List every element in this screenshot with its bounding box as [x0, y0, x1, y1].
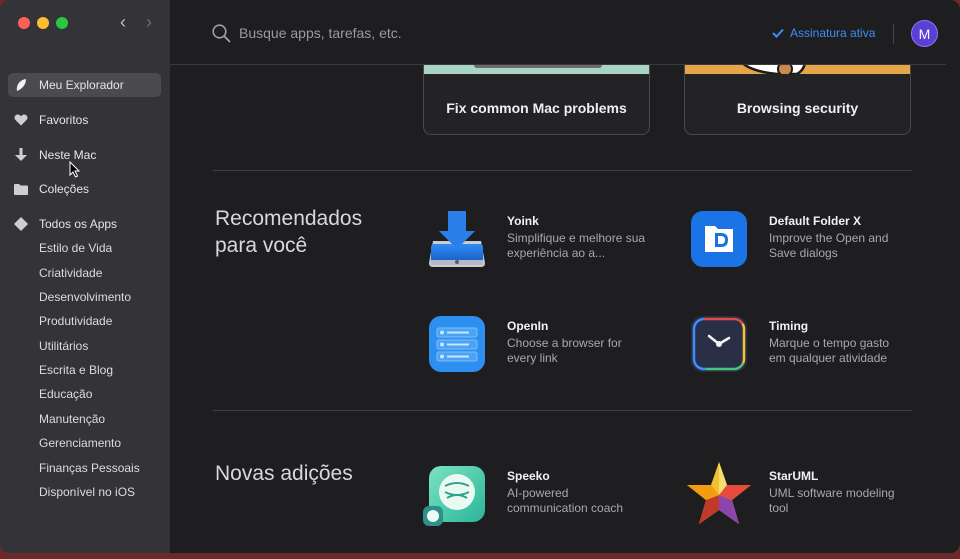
diamond-icon — [14, 217, 28, 231]
app-description: Improve the Open and Save dialogs — [769, 231, 889, 260]
mouse-cursor-icon — [69, 161, 81, 178]
card-title: Fix common Mac problems — [446, 100, 627, 116]
minimize-window-button[interactable] — [37, 17, 49, 29]
download-arrow-icon — [14, 148, 28, 162]
sidebar-item-label: Meu Explorador — [39, 78, 124, 92]
timing-icon — [691, 316, 747, 372]
sidebar-item-label: Coleções — [39, 182, 90, 196]
folder-icon — [14, 182, 28, 196]
main-content: Fix common Mac problems Browsing securit… — [170, 0, 960, 553]
app-description: Marque o tempo gasto em qualquer ativida… — [769, 336, 890, 365]
subscription-label: Assinatura ativa — [790, 26, 876, 40]
category-produtividade[interactable]: Produtividade — [39, 312, 112, 330]
section-divider — [213, 410, 912, 411]
app-name: Yoink — [507, 214, 539, 228]
app-timing[interactable]: Timing Marque o tempo gasto em qualquer … — [691, 316, 931, 376]
category-utilitarios[interactable]: Utilitários — [39, 337, 88, 355]
app-openin[interactable]: OpenIn Choose a browser for every link — [429, 316, 669, 376]
speeko-icon — [423, 466, 485, 526]
app-window: ‹ › Meu Explorador Favoritos Neste Mac C… — [0, 0, 960, 553]
avatar[interactable]: M — [911, 20, 938, 47]
category-estilo-de-vida[interactable]: Estilo de Vida — [39, 239, 112, 257]
yoink-icon — [429, 211, 485, 267]
app-yoink[interactable]: Yoink Simplifique e melhore sua experiên… — [429, 211, 669, 271]
search-input[interactable]: Busque apps, tarefas, etc. — [239, 25, 402, 41]
category-desenvolvimento[interactable]: Desenvolvimento — [39, 288, 131, 306]
app-default-folder-x[interactable]: Default Folder X Improve the Open and Sa… — [691, 211, 931, 271]
close-window-button[interactable] — [18, 17, 30, 29]
section-title-line: para você — [215, 234, 308, 257]
category-educacao[interactable]: Educação — [39, 385, 92, 403]
forward-button[interactable]: › — [142, 12, 156, 32]
top-bar: Busque apps, tarefas, etc. Assinatura at… — [170, 0, 946, 65]
default-folder-x-icon — [691, 211, 747, 267]
zoom-window-button[interactable] — [56, 17, 68, 29]
scrollbar[interactable] — [948, 0, 960, 553]
app-name: StarUML — [769, 469, 819, 483]
section-title-recommended: Recomendados para você — [215, 205, 362, 259]
window-controls — [18, 17, 68, 29]
leaf-icon — [14, 78, 28, 92]
category-manutencao[interactable]: Manutenção — [39, 410, 105, 428]
sidebar-item-label: Todos os Apps — [39, 217, 118, 231]
subscription-status[interactable]: Assinatura ativa — [772, 26, 875, 40]
sidebar: ‹ › Meu Explorador Favoritos Neste Mac C… — [0, 0, 170, 553]
history-navigation: ‹ › — [116, 12, 156, 32]
heart-icon — [14, 113, 28, 127]
sidebar-item-colecoes[interactable]: Coleções — [8, 177, 161, 201]
section-divider — [213, 170, 912, 171]
section-title-new: Novas adições — [215, 462, 353, 485]
app-name: OpenIn — [507, 319, 549, 333]
section-title-line: Recomendados — [215, 207, 363, 230]
sidebar-item-label: Favoritos — [39, 113, 89, 127]
category-criatividade[interactable]: Criatividade — [39, 264, 102, 282]
sidebar-item-favoritos[interactable]: Favoritos — [8, 108, 161, 132]
app-name: Default Folder X — [769, 214, 862, 228]
staruml-icon — [686, 461, 752, 527]
search-icon — [212, 24, 231, 43]
app-description: Simplifique e melhore sua experiência ao… — [507, 231, 646, 260]
category-escrita-e-blog[interactable]: Escrita e Blog — [39, 361, 113, 379]
sidebar-item-label: Neste Mac — [39, 148, 97, 162]
category-gerenciamento[interactable]: Gerenciamento — [39, 434, 121, 452]
sidebar-item-todos-os-apps[interactable]: Todos os Apps — [8, 212, 161, 236]
app-staruml[interactable]: StarUML UML software modeling tool — [686, 461, 926, 524]
openin-icon — [429, 316, 485, 372]
category-financas-pessoais[interactable]: Finanças Pessoais — [39, 459, 140, 477]
card-title: Browsing security — [736, 100, 859, 116]
sidebar-item-meu-explorador[interactable]: Meu Explorador — [8, 73, 161, 97]
category-disponivel-no-ios[interactable]: Disponível no iOS — [39, 483, 135, 501]
app-description: AI-powered communication coach — [507, 486, 624, 515]
back-button[interactable]: ‹ — [116, 12, 130, 32]
sidebar-item-neste-mac[interactable]: Neste Mac — [8, 143, 161, 167]
app-name: Speeko — [507, 469, 550, 483]
checkmark-icon — [772, 28, 784, 38]
app-description: UML software modeling tool — [769, 486, 895, 515]
app-description: Choose a browser for every link — [507, 336, 622, 365]
app-speeko[interactable]: Speeko AI-powered communication coach — [423, 466, 669, 526]
app-name: Timing — [769, 319, 809, 333]
divider — [893, 24, 894, 44]
